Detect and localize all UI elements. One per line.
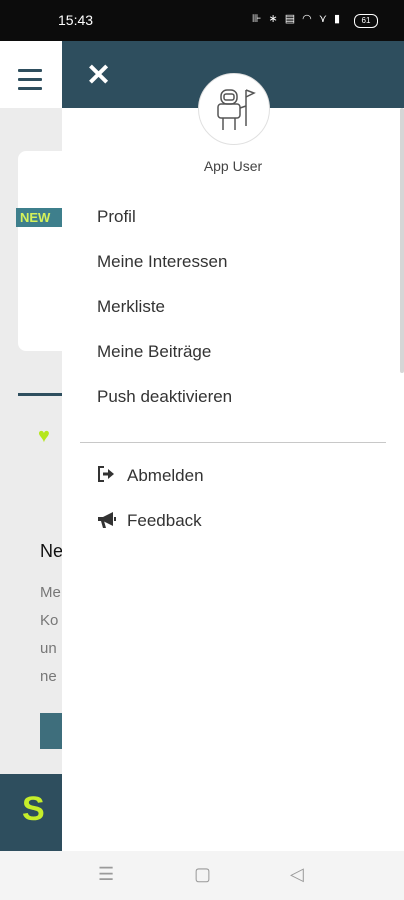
avatar[interactable] <box>198 73 270 145</box>
status-bar: 15:43 ⊪ ∗ ▤ ◠ ⋎ ▮ 61 <box>0 0 404 41</box>
app-logo: S <box>22 790 45 828</box>
main-menu: Profil Meine Interessen Merkliste Meine … <box>97 207 232 432</box>
logout-icon <box>97 466 127 487</box>
card-divider <box>18 393 62 396</box>
menu-item-profil[interactable]: Profil <box>97 207 232 252</box>
scrollbar[interactable] <box>400 108 404 373</box>
menu-divider <box>80 442 386 443</box>
home-button[interactable]: ▢ <box>194 864 211 885</box>
menu-item-meine-interessen[interactable]: Meine Interessen <box>97 252 232 297</box>
article-text: Me Ko un ne <box>40 584 61 685</box>
status-icons: ⊪ ∗ ▤ ◠ ⋎ ▮ <box>251 13 342 25</box>
heart-icon[interactable]: ♥ <box>38 425 50 448</box>
content-card <box>18 151 62 351</box>
user-name: App User <box>203 158 263 174</box>
logout-label: Abmelden <box>127 466 204 485</box>
secondary-menu: Abmelden Feedback <box>97 466 204 556</box>
astronaut-icon <box>217 89 256 130</box>
battery-icon: 61 <box>354 14 378 28</box>
status-time: 15:43 <box>58 12 94 28</box>
feedback-button[interactable]: Feedback <box>97 511 204 556</box>
article-title: Ne <box>40 541 62 561</box>
bottom-bar: S <box>0 774 62 851</box>
new-badge: NEW <box>16 208 64 227</box>
megaphone-icon <box>97 511 127 534</box>
back-button[interactable]: ◁ <box>290 864 304 885</box>
close-icon[interactable]: ✕ <box>86 61 111 91</box>
article-button[interactable] <box>40 713 62 749</box>
menu-item-push-deaktivieren[interactable]: Push deaktivieren <box>97 387 232 432</box>
menu-item-meine-beitraege[interactable]: Meine Beiträge <box>97 342 232 387</box>
system-nav-bar: ☰ ▢ ◁ <box>0 851 404 900</box>
hamburger-menu-icon[interactable] <box>18 69 42 96</box>
feedback-label: Feedback <box>127 511 202 530</box>
menu-item-merkliste[interactable]: Merkliste <box>97 297 232 342</box>
navigation-drawer: ✕ App User Profil Meine Interessen Merkl… <box>62 41 404 851</box>
logout-button[interactable]: Abmelden <box>97 466 204 511</box>
recent-apps-button[interactable]: ☰ <box>98 864 114 885</box>
app-header <box>0 41 62 108</box>
